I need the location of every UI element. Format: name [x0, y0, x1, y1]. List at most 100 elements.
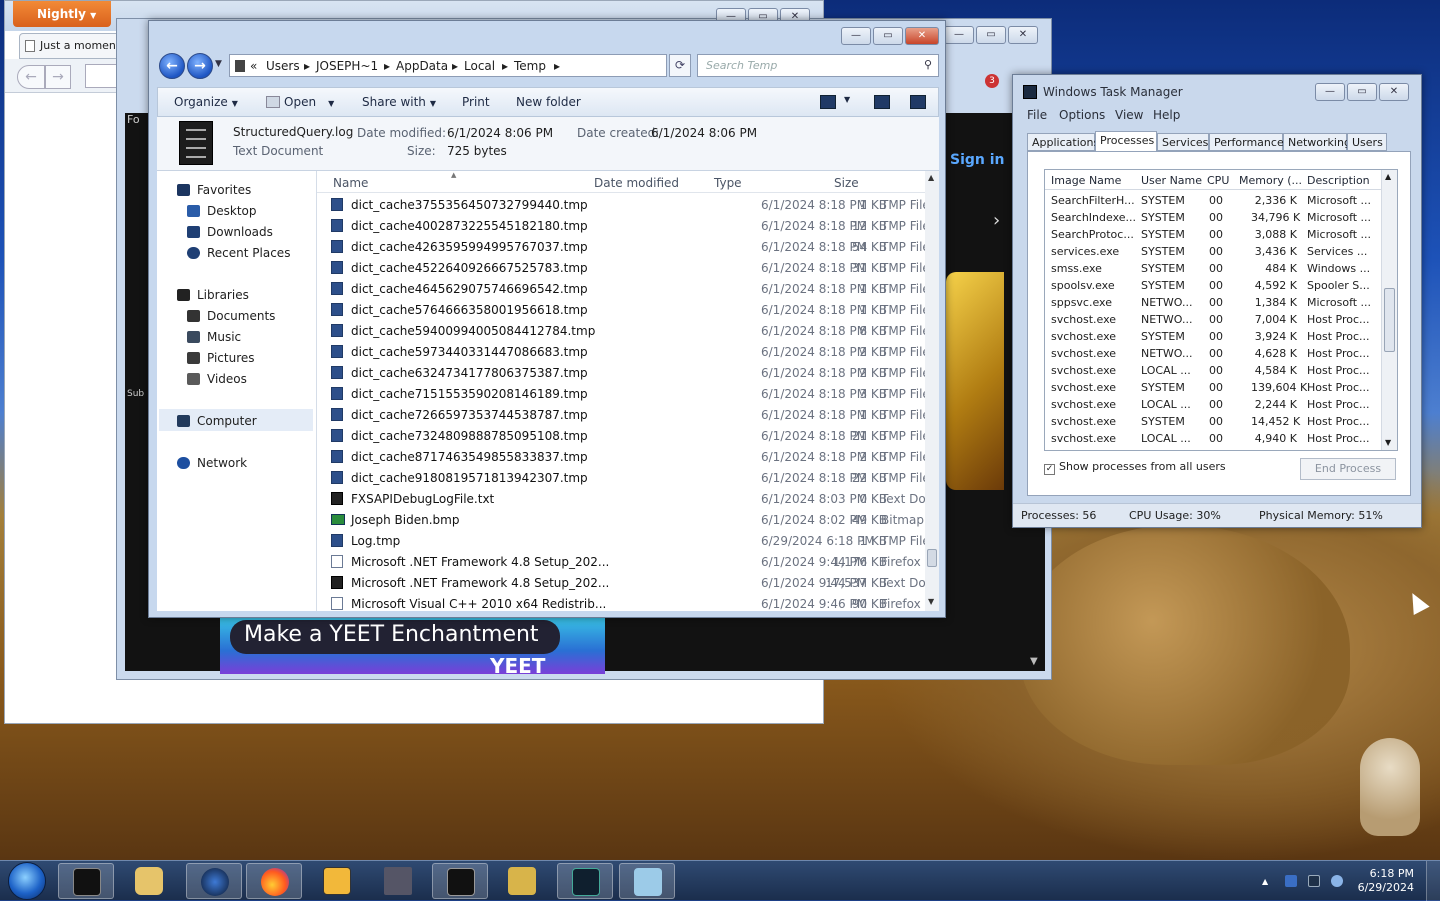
column-cpu[interactable]: CPU [1207, 174, 1229, 187]
file-row[interactable]: Log.tmp 6/29/2024 6:18 PM TMP File 1 KB [317, 530, 925, 551]
file-row[interactable]: Joseph Biden.bmp6/1/2024 8:02 PMBitmap i… [317, 509, 925, 530]
scrollbar-thumb[interactable] [927, 549, 937, 567]
view-options-icon[interactable] [820, 95, 836, 109]
action-center-icon[interactable] [1285, 875, 1297, 887]
file-row[interactable]: dict_cache7266597353744538787.tmp 6/1/202… [317, 404, 925, 425]
breadcrumb-separator[interactable]: ▸ [452, 59, 458, 73]
scroll-up-arrow-icon[interactable]: ▲ [1385, 172, 1391, 181]
nav-item-network[interactable]: Network [177, 456, 247, 470]
yeet-promo-banner[interactable]: Make a YEET Enchantment YEET [220, 616, 605, 674]
file-row[interactable]: dict_cache5940099400508441278​4.tmp 6/1/2… [317, 320, 925, 341]
minimize-button[interactable]: — [841, 27, 871, 45]
breadcrumb-separator[interactable]: ▸ [384, 59, 390, 73]
process-row[interactable]: svchost.exe LOCAL ... 00 2,244 K Host Proc..… [1045, 396, 1397, 413]
column-description[interactable]: Description [1307, 174, 1370, 187]
gold-stairs-thumbnail[interactable] [946, 272, 1004, 490]
process-row[interactable]: sppsvc.exe NETWO... 00 1,384 K Microsoft ... [1045, 294, 1397, 311]
tab-performance[interactable]: Performance [1209, 133, 1284, 151]
process-row[interactable]: svchost.exe NETWO... 00 7,004 K Host Proc... [1045, 311, 1397, 328]
print-button[interactable]: Print [462, 95, 490, 109]
back-button[interactable]: ← [17, 65, 45, 89]
taskbar-terminal[interactable] [58, 863, 114, 899]
scrollbar-thumb[interactable] [1384, 288, 1395, 352]
menu-file[interactable]: File [1027, 108, 1047, 122]
taskbar-firefox[interactable] [246, 863, 302, 899]
nav-item-videos[interactable]: Videos [187, 372, 247, 386]
minimize-button[interactable]: — [1315, 83, 1345, 101]
nav-item-documents[interactable]: Documents [187, 309, 275, 323]
taskbar-network-app[interactable] [186, 863, 242, 899]
nav-item-pictures[interactable]: Pictures [187, 351, 255, 365]
column-type[interactable]: Type [714, 176, 742, 190]
process-row[interactable]: spoolsv.exe SYSTEM 00 4,592 K Spooler S... [1045, 277, 1397, 294]
forward-button[interactable]: → [187, 53, 213, 79]
menu-help[interactable]: Help [1153, 108, 1180, 122]
process-row[interactable]: svchost.exe LOCAL ... 00 4,584 K Host Proc..… [1045, 362, 1397, 379]
nav-item-recent-places[interactable]: Recent Places [187, 246, 290, 260]
process-row[interactable]: svchost.exe LOCAL ... 00 4,940 K Host Proc..… [1045, 430, 1397, 447]
taskbar-task-manager[interactable] [557, 863, 613, 899]
process-row[interactable]: smss.exe SYSTEM 00 484 K Windows ... [1045, 260, 1397, 277]
menu-options[interactable]: Options [1059, 108, 1105, 122]
process-row[interactable]: SearchProtoc... SYSTEM 00 3,088 K Microsoft … [1045, 226, 1397, 243]
breadcrumb-separator[interactable]: ▸ [554, 59, 560, 73]
file-row[interactable]: FXSAPIDebugLogFile.txt 6/1/2024 8:03 PM Te… [317, 488, 925, 509]
breadcrumb-users[interactable]: Users [266, 59, 300, 73]
taskbar-window-switcher[interactable] [370, 863, 426, 899]
tab-users[interactable]: Users [1347, 133, 1387, 151]
scroll-up-arrow-icon[interactable]: ▲ [928, 173, 934, 182]
search-icon[interactable]: ⚲ [924, 58, 932, 71]
maximize-button[interactable]: ▭ [873, 27, 903, 45]
breadcrumb-separator[interactable]: ▸ [304, 59, 310, 73]
tab-services[interactable]: Services [1157, 133, 1209, 151]
process-row[interactable]: svchost.exe SYSTEM 00 139,604 K Host Proc... [1045, 379, 1397, 396]
file-row[interactable]: Microsoft .NET Framework 4.8 Setup_202..… [317, 572, 925, 593]
show-hidden-icons-icon[interactable]: ▲ [1262, 877, 1274, 889]
process-row[interactable]: svchost.exe SYSTEM 00 14,452 K Host Proc... [1045, 413, 1397, 430]
back-button[interactable]: ← [159, 53, 185, 79]
nav-item-computer[interactable]: Computer [177, 414, 257, 428]
nav-item-downloads[interactable]: Downloads [187, 225, 273, 239]
column-name[interactable]: Name [333, 176, 368, 190]
minimize-button[interactable]: — [944, 26, 974, 44]
system-clock[interactable]: 6:18 PM 6/29/2024 [1358, 867, 1414, 895]
breadcrumb-appdata[interactable]: AppData [396, 59, 448, 73]
tab-applications[interactable]: Applications [1027, 133, 1099, 151]
preview-pane-icon[interactable] [874, 95, 890, 109]
taskbar-media-player[interactable] [121, 863, 177, 899]
start-button[interactable] [8, 862, 46, 900]
column-size[interactable]: Size [834, 176, 859, 190]
scroll-down-arrow-icon[interactable]: ▼ [1385, 438, 1391, 447]
process-list-scrollbar[interactable]: ▲ ▼ [1381, 170, 1397, 450]
nav-item-libraries[interactable]: Libraries [177, 288, 249, 302]
file-row[interactable]: dict_cache4645629075746696542.tmp 6/1/202… [317, 278, 925, 299]
column-memory[interactable]: Memory (... [1239, 174, 1302, 187]
breadcrumb-local[interactable]: Local [464, 59, 495, 73]
file-row[interactable]: dict_cache3755356450732799440.tmp 6/1/202… [317, 194, 925, 215]
nav-item-desktop[interactable]: Desktop [187, 204, 257, 218]
menu-view[interactable]: View [1115, 108, 1143, 122]
firefox-tab[interactable]: Just a moment... [19, 33, 129, 59]
end-process-button[interactable]: End Process [1300, 458, 1396, 480]
file-row[interactable]: dict_cache5973440331447086683.tmp 6/1/202… [317, 341, 925, 362]
maximize-button[interactable]: ▭ [1347, 83, 1377, 101]
column-date-modified[interactable]: Date modified [594, 176, 679, 190]
new-folder-button[interactable]: New folder [516, 95, 581, 109]
maximize-button[interactable]: ▭ [976, 26, 1006, 44]
breadcrumb-overflow[interactable]: « [250, 59, 257, 73]
column-user-name[interactable]: User Name [1141, 174, 1202, 187]
show-all-users-checkbox[interactable]: ✓ Show processes from all users [1044, 460, 1226, 475]
column-image-name[interactable]: Image Name [1051, 174, 1121, 187]
process-row[interactable]: svchost.exe NETWO... 00 4,628 K Host Proc... [1045, 345, 1397, 362]
file-row[interactable]: dict_cache4263595994995767037.tmp 6/1/202… [317, 236, 925, 257]
scroll-down-arrow-icon[interactable]: ▼ [928, 597, 934, 606]
notification-badge[interactable]: 3 [985, 74, 999, 88]
refresh-button[interactable]: ⟳ [669, 54, 691, 77]
recent-pages-dropdown[interactable]: ▼ [215, 59, 222, 69]
sign-in-button[interactable]: Sign in [950, 152, 1005, 168]
forward-button[interactable]: → [45, 65, 71, 89]
file-row[interactable]: dict_cache7151553590208146189.tmp 6/1/202… [317, 383, 925, 404]
search-input[interactable]: Search Temp ⚲ [697, 54, 939, 77]
file-list-scrollbar[interactable]: ▲ ▼ [925, 171, 939, 611]
taskbar-paint[interactable] [619, 863, 675, 899]
